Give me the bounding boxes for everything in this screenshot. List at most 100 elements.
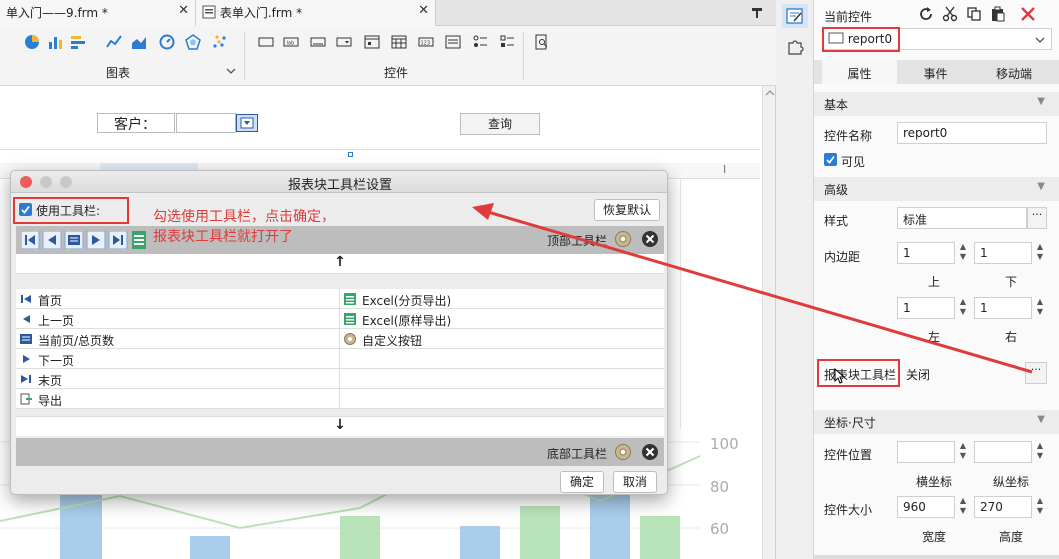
width-input[interactable]: 960 [897,496,955,518]
chart-group-label: 图表 [106,66,131,80]
list-item-next-page[interactable]: 下一页 [16,349,74,369]
properties-tab[interactable] [782,4,808,28]
delete-icon[interactable] [1020,6,1036,22]
resize-handle[interactable] [348,152,353,157]
ok-button[interactable]: 确定 [560,471,604,493]
axis-tick-label: 100 [710,435,739,453]
position-y-input[interactable] [974,441,1032,463]
report-toolbar-more-button[interactable]: ··· [1025,362,1047,384]
stepper-icon[interactable]: ▲ ▼ [1033,496,1047,518]
radar-chart-icon[interactable] [185,34,201,50]
pin-icon[interactable] [751,6,765,20]
property-panel: 当前控件 report0 属性 事件 移动端 基本 ▼ 控件名称 report0 … [814,0,1059,559]
list-item-prev-page[interactable]: 上一页 [16,309,74,329]
section-basic[interactable]: 基本 ▼ [814,92,1059,116]
customer-label: 客户： [97,113,175,133]
visible-checkbox[interactable] [824,153,837,166]
gear-icon[interactable] [614,443,632,461]
padding-right-input[interactable]: 1 [974,297,1032,319]
gear-icon[interactable] [614,230,632,248]
chevron-down-icon: ▼ [1037,181,1045,192]
style-input[interactable]: 标准 [897,207,1027,229]
stepper-icon[interactable]: ▲ ▼ [956,496,970,518]
first-page-icon [21,295,31,303]
list-item-export[interactable]: 导出 [16,389,62,409]
tab-file-1[interactable]: 单入门——9.frm * ✕ [0,0,196,26]
tab-events[interactable]: 事件 [898,60,973,84]
list-item-excel-original[interactable]: Excel(原样导出) [340,309,451,329]
padding-left-input[interactable]: 1 [897,297,955,319]
horizontal-bar-icon[interactable] [70,34,86,50]
stepper-icon[interactable]: ▲ ▼ [1033,441,1047,463]
next-page-icon [23,355,30,363]
tab-file-2[interactable]: 表单入门.frm * ✕ [196,0,436,26]
list-item-first-page[interactable]: 首页 [16,289,62,309]
search-control-icon[interactable] [534,34,550,50]
list-item-custom-button[interactable]: 自定义按钮 [340,329,422,349]
scatter-chart-icon[interactable] [212,34,228,50]
section-coordinates[interactable]: 坐标·尺寸 ▼ [814,410,1059,434]
section-advanced[interactable]: 高级 ▼ [814,177,1059,201]
bar-chart-icon[interactable] [47,34,63,50]
combo-dropdown-button[interactable] [236,114,258,132]
cut-icon[interactable] [942,6,958,22]
vertical-scrollbar[interactable] [762,86,776,559]
label-control-icon[interactable]: lab [283,34,299,50]
tab-properties[interactable]: 属性 [822,60,897,84]
puzzle-icon[interactable] [786,38,804,56]
button-control-icon[interactable] [258,34,274,50]
number-control-icon[interactable]: 123 [418,34,434,50]
position-x-input[interactable] [897,441,955,463]
tab-mobile[interactable]: 移动端 [974,60,1054,84]
list-item-last-page[interactable]: 末页 [16,369,62,389]
list-item-excel-paged[interactable]: Excel(分页导出) [340,289,451,309]
list-item-current-page[interactable]: 当前页/总页数 [16,329,114,349]
top-caption: 上 [928,275,941,289]
list-row: 导出 [16,389,664,409]
control-name-input[interactable]: report0 [897,122,1047,144]
gauge-icon[interactable] [159,34,175,50]
text-field-control-icon[interactable] [310,34,326,50]
last-page-icon [21,375,31,383]
size-label: 控件大小 [824,503,873,517]
panel-title: 当前控件 [824,10,873,24]
move-up-button[interactable]: ↑ [16,254,664,274]
stepper-icon[interactable]: ▲ ▼ [956,441,970,463]
calendar-control-icon[interactable] [391,34,407,50]
dropdown-control-icon[interactable] [336,34,352,50]
stepper-icon[interactable]: ▲ ▼ [1033,242,1047,264]
line-chart-icon[interactable] [106,34,122,50]
restore-default-button[interactable]: 恢复默认 [594,199,660,221]
textarea-control-icon[interactable] [445,34,461,50]
remove-icon[interactable] [641,230,659,248]
chevron-down-icon[interactable] [226,66,236,76]
radio-group-control-icon[interactable] [472,34,488,50]
height-input[interactable]: 270 [974,496,1032,518]
padding-bottom-input[interactable]: 1 [974,242,1032,264]
move-down-button[interactable]: ↓ [16,416,664,436]
area-chart-icon[interactable] [131,34,147,50]
checkbox-group-control-icon[interactable] [499,34,515,50]
query-button[interactable]: 查询 [460,113,540,135]
pie-chart-icon[interactable] [24,34,40,50]
customer-combo[interactable] [176,113,236,133]
more-button[interactable]: ··· [1027,207,1047,229]
stepper-icon[interactable]: ▲ ▼ [1033,297,1047,319]
copy-icon[interactable] [966,6,982,22]
date-control-icon[interactable] [364,34,380,50]
remove-icon[interactable] [641,443,659,461]
stepper-icon[interactable]: ▲ ▼ [956,297,970,319]
close-icon[interactable]: ✕ [178,3,189,18]
padding-top-input[interactable]: 1 [897,242,955,264]
refresh-icon[interactable] [918,6,934,22]
toolbar-settings-dialog: 报表块工具栏设置 使用工具栏: 恢复默认 顶部工具栏 ↑ 首页 Excel(分页… [10,170,668,495]
tab-label: 单入门——9.frm * [6,6,108,20]
paste-icon[interactable] [990,6,1006,22]
cancel-button[interactable]: 取消 [613,471,657,493]
close-icon[interactable]: ✕ [418,3,429,18]
top-toolbar-label: 顶部工具栏 [547,234,608,248]
stepper-icon[interactable]: ▲ ▼ [956,242,970,264]
annotation-line: 勾选使用工具栏，点击确定， [153,209,335,225]
chevron-up-icon[interactable] [764,88,776,98]
axis-tick-label: 60 [710,520,730,538]
